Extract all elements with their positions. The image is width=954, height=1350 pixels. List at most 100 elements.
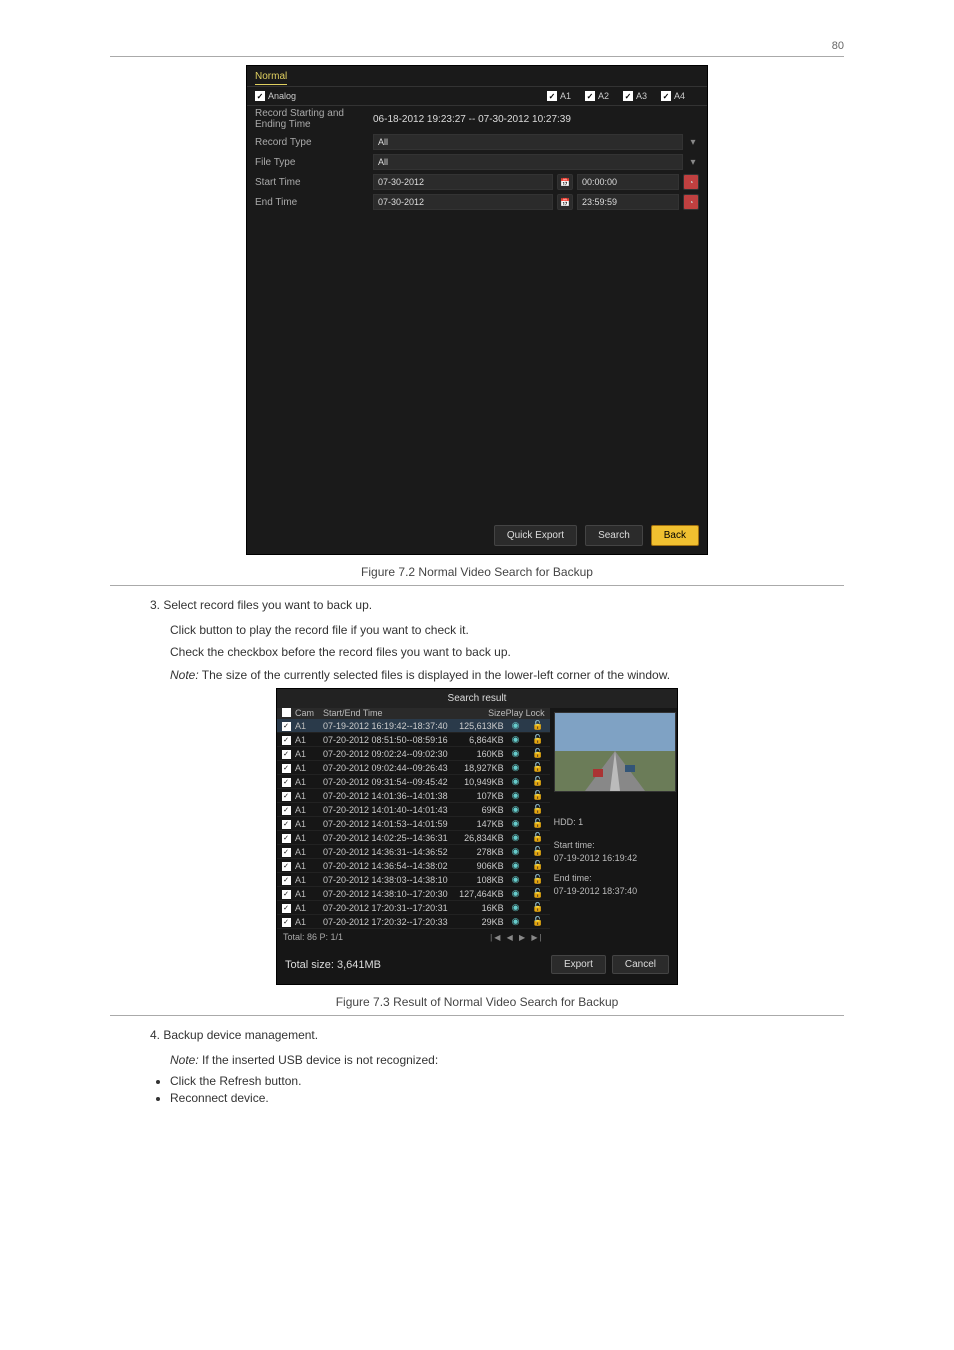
play-icon[interactable]: ◉: [506, 888, 526, 899]
analog-checkbox[interactable]: ✓Analog: [255, 91, 296, 101]
bullet-reconnect: Reconnect device.: [170, 1091, 844, 1105]
start-date-input[interactable]: 07-30-2012: [373, 174, 553, 190]
clock-icon[interactable]: ◔: [683, 174, 699, 190]
table-row[interactable]: A107-20-2012 14:36:31--14:36:52278KB◉🔓: [277, 845, 550, 859]
play-icon[interactable]: ◉: [506, 874, 526, 885]
back-button[interactable]: Back: [651, 525, 699, 546]
table-row[interactable]: A107-20-2012 09:02:44--09:26:4318,927KB◉…: [277, 761, 550, 775]
table-row[interactable]: A107-20-2012 17:20:31--17:20:3116KB◉🔓: [277, 901, 550, 915]
pager-controls[interactable]: |◀ ◀ ▶ ▶|: [490, 933, 543, 942]
lock-icon[interactable]: 🔓: [526, 776, 550, 787]
row-checkbox[interactable]: [282, 778, 291, 787]
row-checkbox[interactable]: [282, 764, 291, 773]
tab-normal[interactable]: Normal: [255, 71, 287, 85]
play-icon[interactable]: ◉: [506, 720, 526, 731]
channel-a1[interactable]: ✓A1: [547, 91, 571, 101]
row-checkbox[interactable]: [282, 876, 291, 885]
result-total-status: Total: 86 P: 1/1: [283, 932, 343, 942]
lock-icon[interactable]: 🔓: [526, 832, 550, 843]
row-checkbox[interactable]: [282, 848, 291, 857]
end-time-input[interactable]: 23:59:59: [577, 194, 679, 210]
lock-icon[interactable]: 🔓: [526, 902, 550, 913]
channel-a3[interactable]: ✓A3: [623, 91, 647, 101]
table-row[interactable]: A107-20-2012 09:31:54--09:45:4210,949KB◉…: [277, 775, 550, 789]
table-row[interactable]: A107-20-2012 14:36:54--14:38:02906KB◉🔓: [277, 859, 550, 873]
row-checkbox[interactable]: [282, 904, 291, 913]
lock-icon[interactable]: 🔓: [526, 748, 550, 759]
row-cam: A1: [295, 903, 323, 913]
search-button[interactable]: Search: [585, 525, 643, 546]
play-icon[interactable]: ◉: [506, 818, 526, 829]
lock-icon[interactable]: 🔓: [526, 804, 550, 815]
play-icon[interactable]: ◉: [506, 762, 526, 773]
row-checkbox[interactable]: [282, 820, 291, 829]
row-time: 07-20-2012 14:01:40--14:01:43: [323, 805, 448, 815]
row-checkbox[interactable]: [282, 918, 291, 927]
record-type-select[interactable]: All: [373, 134, 683, 150]
table-row[interactable]: A107-20-2012 14:02:25--14:36:3126,834KB◉…: [277, 831, 550, 845]
lock-icon[interactable]: 🔓: [526, 720, 550, 731]
step-3-text: 3. Select record files you want to back …: [110, 596, 844, 615]
row-checkbox[interactable]: [282, 834, 291, 843]
row-checkbox[interactable]: [282, 890, 291, 899]
table-row[interactable]: A107-20-2012 14:38:10--17:20:30127,464KB…: [277, 887, 550, 901]
cancel-button[interactable]: Cancel: [612, 955, 669, 974]
lock-icon[interactable]: 🔓: [526, 888, 550, 899]
row-checkbox[interactable]: [282, 862, 291, 871]
bullet-list: Click the Refresh button. Reconnect devi…: [170, 1074, 844, 1105]
play-icon[interactable]: ◉: [506, 832, 526, 843]
clock-icon[interactable]: ◔: [683, 194, 699, 210]
row-checkbox[interactable]: [282, 736, 291, 745]
channel-a4[interactable]: ✓A4: [661, 91, 685, 101]
row-checkbox[interactable]: [282, 750, 291, 759]
lock-icon[interactable]: 🔓: [526, 874, 550, 885]
lock-icon[interactable]: 🔓: [526, 846, 550, 857]
lock-icon[interactable]: 🔓: [526, 860, 550, 871]
play-icon[interactable]: ◉: [506, 860, 526, 871]
lock-icon[interactable]: 🔓: [526, 734, 550, 745]
row-cam: A1: [295, 777, 323, 787]
play-icon[interactable]: ◉: [506, 790, 526, 801]
end-date-input[interactable]: 07-30-2012: [373, 194, 553, 210]
row-time: 07-20-2012 09:02:44--09:26:43: [323, 763, 448, 773]
channel-a2[interactable]: ✓A2: [585, 91, 609, 101]
lock-icon[interactable]: 🔓: [526, 916, 550, 927]
table-row[interactable]: A107-20-2012 17:20:32--17:20:3329KB◉🔓: [277, 915, 550, 929]
table-row[interactable]: A107-20-2012 08:51:50--08:59:166,864KB◉🔓: [277, 733, 550, 747]
figure-7-2-caption: Figure 7.2 Normal Video Search for Backu…: [110, 565, 844, 579]
calendar-icon[interactable]: 📅: [557, 194, 573, 210]
play-icon[interactable]: ◉: [506, 804, 526, 815]
play-icon[interactable]: ◉: [506, 902, 526, 913]
start-time-info-value: 07-19-2012 16:19:42: [554, 852, 676, 865]
table-row[interactable]: A107-19-2012 16:19:42--18:37:40125,613KB…: [277, 719, 550, 733]
row-cam: A1: [295, 861, 323, 871]
lock-icon[interactable]: 🔓: [526, 818, 550, 829]
quick-export-button[interactable]: Quick Export: [494, 525, 577, 546]
row-time: 07-20-2012 14:38:03--14:38:10: [323, 875, 448, 885]
row-time: 07-20-2012 14:36:54--14:38:02: [323, 861, 448, 871]
chevron-down-icon[interactable]: ▾: [687, 137, 699, 148]
step-3c-text: Check the checkbox before the record fil…: [110, 643, 844, 662]
row-checkbox[interactable]: [282, 722, 291, 731]
play-icon[interactable]: ◉: [506, 734, 526, 745]
play-icon[interactable]: ◉: [506, 776, 526, 787]
table-row[interactable]: A107-20-2012 14:01:53--14:01:59147KB◉🔓: [277, 817, 550, 831]
table-row[interactable]: A107-20-2012 09:02:24--09:02:30160KB◉🔓: [277, 747, 550, 761]
row-checkbox[interactable]: [282, 806, 291, 815]
analog-label: Analog: [268, 91, 296, 101]
calendar-icon[interactable]: 📅: [557, 174, 573, 190]
row-cam: A1: [295, 749, 323, 759]
table-row[interactable]: A107-20-2012 14:01:36--14:01:38107KB◉🔓: [277, 789, 550, 803]
play-icon[interactable]: ◉: [506, 846, 526, 857]
lock-icon[interactable]: 🔓: [526, 790, 550, 801]
row-checkbox[interactable]: [282, 792, 291, 801]
file-type-select[interactable]: All: [373, 154, 683, 170]
table-row[interactable]: A107-20-2012 14:01:40--14:01:4369KB◉🔓: [277, 803, 550, 817]
chevron-down-icon[interactable]: ▾: [687, 157, 699, 168]
play-icon[interactable]: ◉: [506, 916, 526, 927]
export-button[interactable]: Export: [551, 955, 606, 974]
start-time-input[interactable]: 00:00:00: [577, 174, 679, 190]
play-icon[interactable]: ◉: [506, 748, 526, 759]
lock-icon[interactable]: 🔓: [526, 762, 550, 773]
table-row[interactable]: A107-20-2012 14:38:03--14:38:10108KB◉🔓: [277, 873, 550, 887]
